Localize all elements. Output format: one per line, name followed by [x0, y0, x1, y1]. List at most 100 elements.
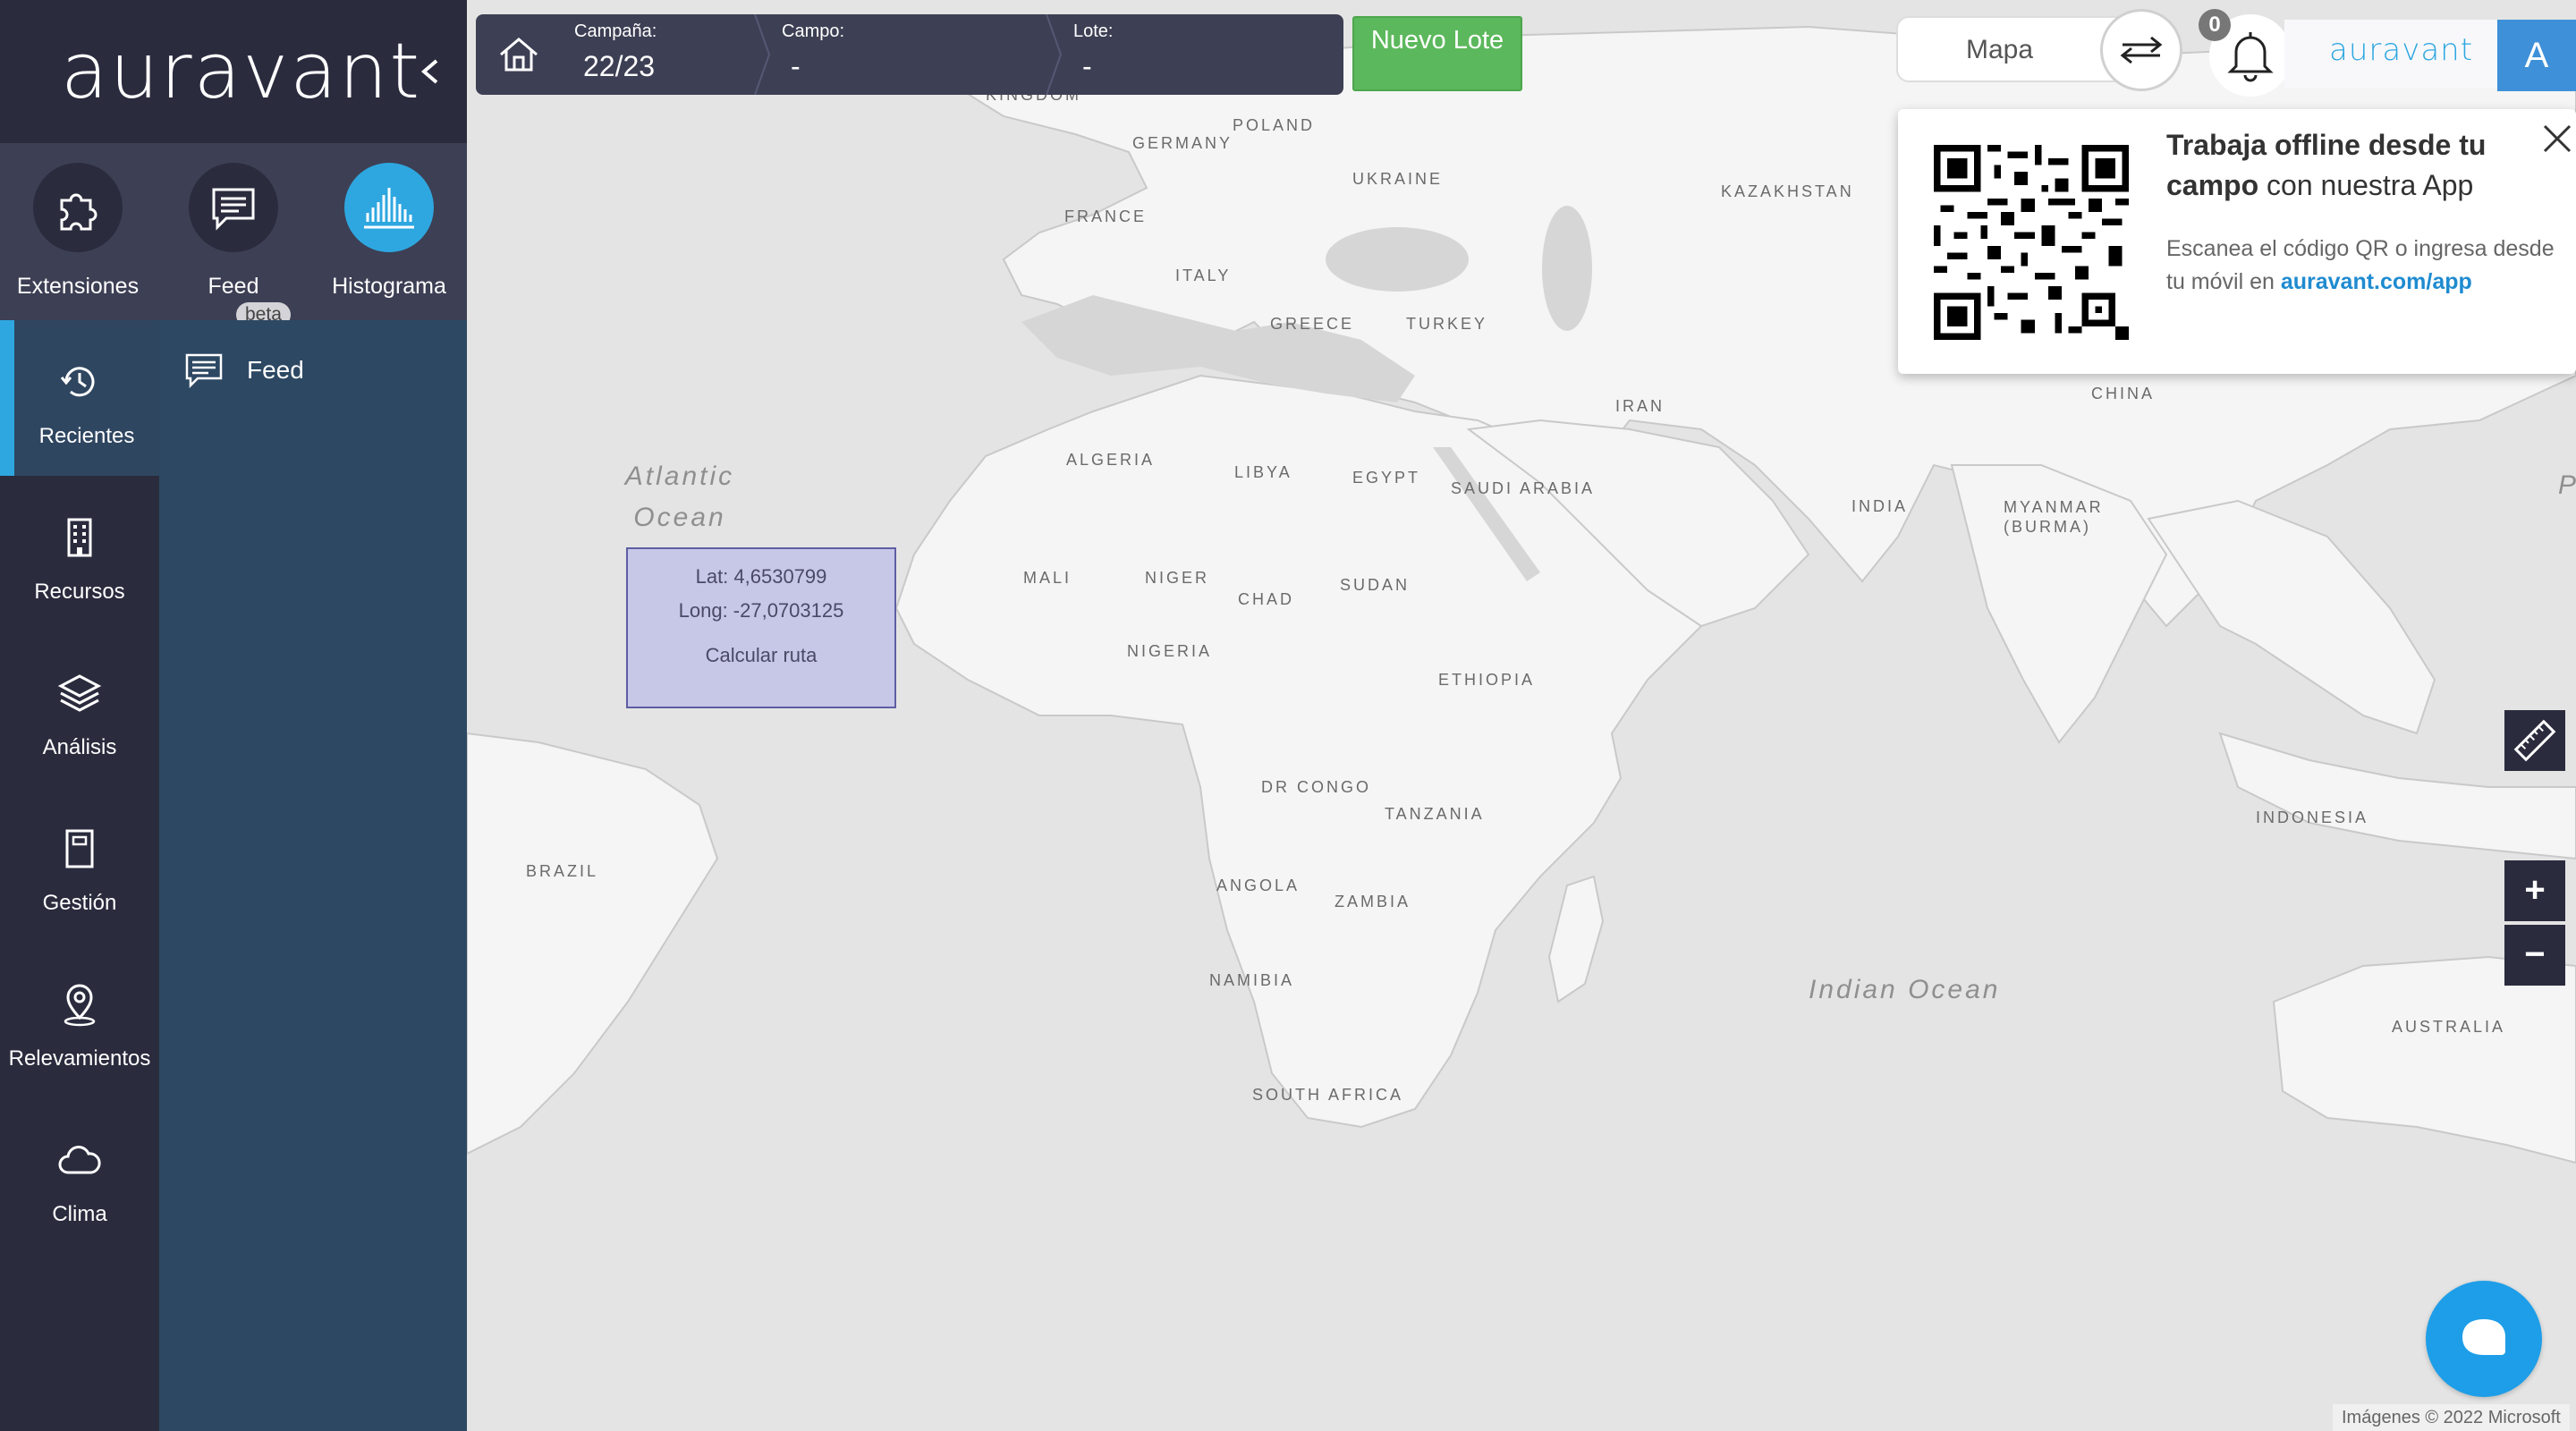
- map-pin-icon: [57, 982, 102, 1027]
- promo-app-link[interactable]: auravant.com/app: [2281, 269, 2472, 294]
- nav-label: Gestión: [42, 891, 117, 915]
- map-label-brazil: BRAZIL: [526, 862, 599, 880]
- map-label-china: CHINA: [2091, 385, 2156, 402]
- nav-item-recursos[interactable]: Recursos: [0, 476, 159, 631]
- map-label-niger: NIGER: [1145, 569, 1210, 587]
- histogram-icon: [344, 163, 434, 252]
- lot-selector[interactable]: Lote: -: [1063, 14, 1343, 95]
- main-nav: Recientes Recursos Análisis Gestión Rele…: [0, 320, 159, 1431]
- ruler-icon: [2513, 719, 2556, 762]
- offline-app-promo-card: Trabaja offline desde tu campo con nuest…: [1898, 109, 2576, 374]
- nav-label: Relevamientos: [8, 1046, 151, 1071]
- promo-description: Escanea el código QR o ingresa desde tu …: [2166, 233, 2560, 299]
- nav-label: Análisis: [42, 735, 117, 759]
- chat-icon: [189, 163, 278, 252]
- map-label-nigeria: NIGERIA: [1127, 642, 1213, 660]
- context-selector-bar: Campaña: 22/23 Campo: - Lote: -: [476, 14, 1343, 95]
- map-label-egypt: EGYPT: [1352, 469, 1421, 487]
- map-label-atlantic-ocean: Atlantic Ocean: [624, 461, 735, 532]
- map-label-germany: GERMANY: [1132, 134, 1233, 152]
- map-label-south-africa: SOUTH AFRICA: [1252, 1086, 1404, 1104]
- map-label-namibia: NAMIBIA: [1209, 971, 1295, 989]
- close-icon[interactable]: [2542, 123, 2572, 154]
- extension-histograma[interactable]: Histograma: [311, 163, 467, 300]
- extension-label: Histograma: [332, 274, 446, 299]
- notebook-icon: [57, 826, 102, 871]
- sidebar: auravant Extensiones Feed Histograma bet…: [0, 0, 467, 1431]
- popup-longitude: Long: -27,0703125: [678, 599, 844, 622]
- swap-arrows-icon: [2120, 36, 2163, 64]
- notifications-count-badge: 0: [2199, 9, 2231, 41]
- map-label-myanmar: MYANMAR (BURMA): [2004, 498, 2104, 536]
- cloud-icon: [57, 1138, 102, 1182]
- nav-item-analisis[interactable]: Análisis: [0, 631, 159, 787]
- campaign-caption: Campaña:: [574, 21, 657, 41]
- popup-latitude: Lat: 4,6530799: [695, 565, 827, 588]
- extension-label: Extensiones: [16, 274, 140, 299]
- map-label-sudan: SUDAN: [1340, 576, 1411, 594]
- chat-support-button[interactable]: [2426, 1281, 2542, 1397]
- layers-icon: [57, 671, 102, 716]
- map-label-zambia: ZAMBIA: [1335, 893, 1411, 910]
- lot-value: -: [1082, 50, 1092, 82]
- campaign-selector[interactable]: Campaña: 22/23: [564, 14, 771, 95]
- zoom-in-button[interactable]: +: [2504, 860, 2565, 921]
- nav-label: Recientes: [38, 424, 135, 448]
- auravant-small-logo: auravant: [2329, 32, 2474, 68]
- subpanel-item-feed[interactable]: Feed: [184, 352, 304, 388]
- campaign-value: 22/23: [583, 50, 656, 82]
- history-icon: [57, 360, 102, 404]
- collapse-chevron-icon[interactable]: [417, 54, 444, 89]
- map-label-kazakhstan: KAZAKHSTAN: [1721, 182, 1854, 200]
- promo-title: Trabaja offline desde tu campo con nuest…: [2166, 125, 2524, 206]
- map-label-tanzania: TANZANIA: [1385, 805, 1485, 823]
- map-label-indonesia: INDONESIA: [2256, 809, 2369, 826]
- map-label-ukraine: UKRAINE: [1352, 170, 1444, 188]
- map-label-angola: ANGOLA: [1216, 876, 1301, 894]
- extension-extensiones[interactable]: Extensiones: [0, 163, 156, 300]
- lot-caption: Lote:: [1073, 21, 1114, 41]
- bell-icon: [2227, 32, 2274, 82]
- user-avatar[interactable]: A: [2497, 20, 2576, 91]
- extension-label: Feed: [208, 274, 259, 299]
- subpanel-feed-label: Feed: [247, 356, 304, 384]
- nav-item-relevamientos[interactable]: Relevamientos: [0, 943, 159, 1098]
- promo-title-rest: con nuestra App: [2258, 169, 2474, 201]
- nav-item-clima[interactable]: Clima: [0, 1098, 159, 1254]
- coordinate-popup: Lat: 4,6530799 Long: -27,0703125 Calcula…: [626, 547, 896, 708]
- new-lot-button[interactable]: Nuevo Lote: [1352, 16, 1522, 91]
- map-label-iran: IRAN: [1615, 397, 1665, 415]
- map-label-ethiopia: ETHIOPIA: [1438, 671, 1536, 689]
- field-value: -: [791, 50, 801, 82]
- home-icon: [500, 38, 538, 72]
- puzzle-icon: [33, 163, 123, 252]
- map-label-algeria: ALGERIA: [1066, 451, 1156, 469]
- field-selector[interactable]: Campo: -: [771, 14, 1063, 95]
- building-icon: [57, 515, 102, 560]
- map-label-france: FRANCE: [1064, 207, 1148, 225]
- chat-bubble-icon: [2462, 1319, 2505, 1355]
- home-button[interactable]: [476, 14, 562, 95]
- swap-view-button[interactable]: [2100, 9, 2182, 91]
- nav-item-recientes[interactable]: Recientes: [0, 320, 159, 476]
- calculate-route-link[interactable]: Calcular ruta: [628, 644, 894, 667]
- field-caption: Campo:: [782, 21, 845, 41]
- extension-feed[interactable]: Feed: [156, 163, 311, 300]
- nav-item-gestion[interactable]: Gestión: [0, 787, 159, 943]
- map-label-india: INDIA: [1852, 497, 1909, 515]
- zoom-out-button[interactable]: −: [2504, 925, 2565, 986]
- map-label-greece: GREECE: [1270, 315, 1355, 333]
- measure-ruler-button[interactable]: [2504, 710, 2565, 771]
- map-attribution: Imágenes © 2022 Microsoft: [2333, 1404, 2570, 1431]
- nav-label: Clima: [52, 1202, 107, 1226]
- logo-bar: auravant: [0, 0, 467, 143]
- qr-code-icon: [1934, 145, 2129, 340]
- separator-chevron-icon: [1046, 14, 1063, 95]
- map-label-edge: P: [2558, 470, 2576, 501]
- map-label-chad: CHAD: [1238, 590, 1295, 608]
- map-label-australia: AUSTRALIA: [2392, 1018, 2506, 1036]
- map-label-italy: ITALY: [1175, 267, 1232, 284]
- extensions-row: Extensiones Feed Histograma beta: [0, 143, 467, 327]
- chat-icon: [185, 353, 223, 388]
- nav-label: Recursos: [34, 580, 125, 604]
